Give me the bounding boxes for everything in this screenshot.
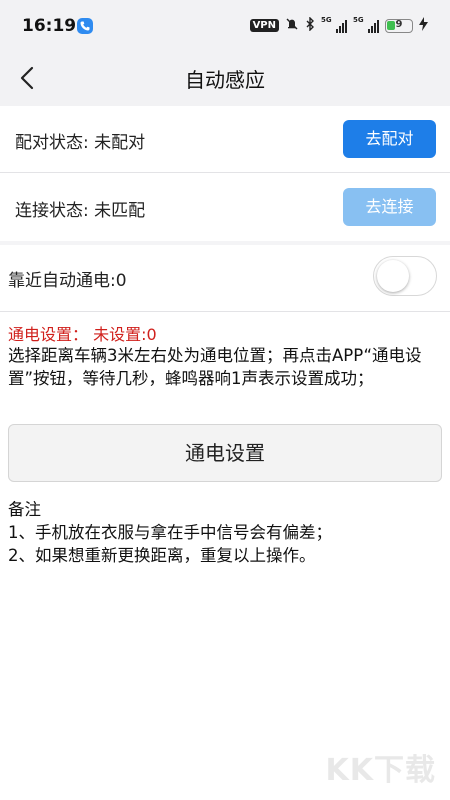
phone-app-icon	[77, 18, 93, 34]
pair-button[interactable]: 去配对	[343, 120, 436, 158]
power-setting-button[interactable]: 通电设置	[8, 424, 442, 482]
power-setting-status: 通电设置： 未设置:0	[8, 325, 157, 344]
mute-icon	[285, 16, 299, 35]
signal-5g-icon: 5G	[321, 16, 347, 33]
auto-power-label: 靠近自动通电:0	[8, 271, 127, 291]
auto-power-row: 靠近自动通电:0	[0, 245, 450, 311]
pair-status-label: 配对状态: 未配对	[15, 133, 146, 153]
page-title: 自动感应	[185, 68, 265, 92]
battery-icon: 9	[385, 18, 413, 33]
note-item: 1、手机放在衣服与拿在手中信号会有偏差；	[8, 523, 332, 542]
status-bar: 16:19 VPN 5G 5G 9	[0, 0, 450, 50]
nav-bar: 自动感应	[0, 50, 450, 106]
connect-button[interactable]: 去连接	[343, 188, 436, 226]
connect-status-label: 连接状态: 未匹配	[15, 201, 146, 221]
status-time: 16:19	[22, 16, 77, 36]
charging-icon	[419, 16, 428, 35]
connect-status-row: 连接状态: 未匹配 去连接	[0, 173, 450, 241]
toggle-knob	[377, 260, 409, 292]
auto-power-toggle[interactable]	[373, 256, 437, 296]
note-item: 2、如果想重新更换距离，重复以上操作。	[8, 546, 316, 565]
watermark-logo: KK下载	[325, 753, 436, 788]
vpn-badge: VPN	[249, 19, 279, 32]
bluetooth-icon	[305, 16, 315, 35]
divider	[0, 311, 450, 312]
signal-5g-icon-2: 5G	[353, 16, 379, 33]
pair-status-row: 配对状态: 未配对 去配对	[0, 106, 450, 172]
notes-title: 备注	[8, 500, 41, 519]
power-setting-instructions: 选择距离车辆3米左右处为通电位置；再点击APP“通电设置”按钮，等待几秒，蜂鸣器…	[8, 346, 422, 388]
notes-section: 备注 1、手机放在衣服与拿在手中信号会有偏差； 2、如果想重新更换距离，重复以上…	[8, 498, 444, 567]
status-icons: VPN 5G 5G 9	[249, 16, 428, 35]
